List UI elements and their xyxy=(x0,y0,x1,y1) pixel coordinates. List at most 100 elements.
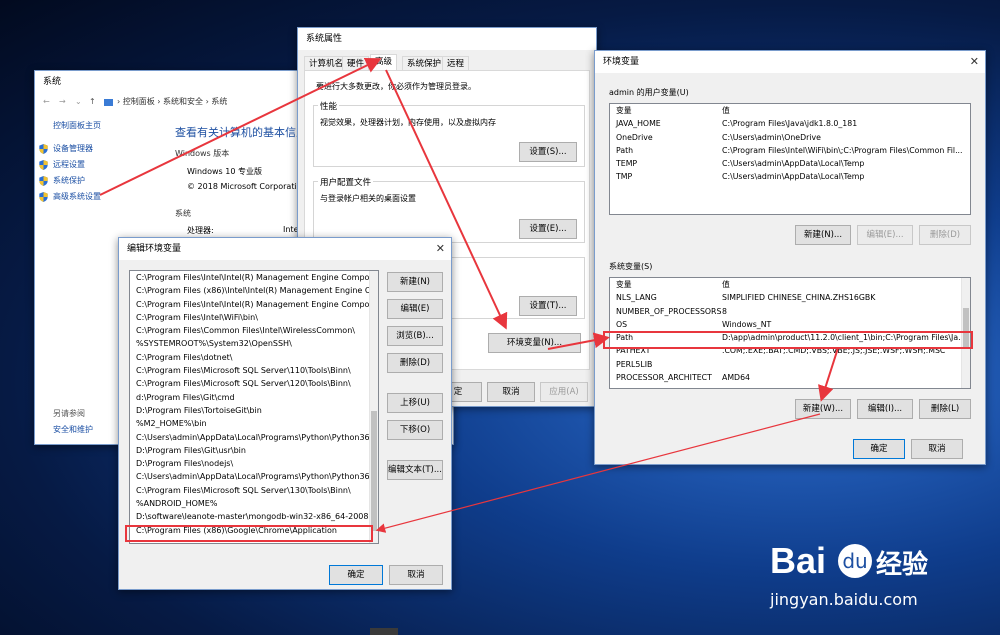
back-icon[interactable]: ← xyxy=(43,93,50,111)
advanced-system-settings-link[interactable]: 高级系统设置 xyxy=(39,189,101,205)
cancel-button[interactable]: 取消 xyxy=(911,439,963,459)
list-item[interactable]: C:\Users\admin\AppData\Local\Programs\Py… xyxy=(130,470,378,483)
forward-icon[interactable]: → xyxy=(59,93,66,111)
system-edit-button[interactable]: 编辑(I)... xyxy=(857,399,913,419)
user-new-button[interactable]: 新建(N)... xyxy=(795,225,851,245)
startup-settings-button[interactable]: 设置(T)... xyxy=(519,296,577,316)
remote-settings-link[interactable]: 远程设置 xyxy=(39,157,85,173)
up-icon[interactable]: ↑ xyxy=(89,93,96,111)
table-row[interactable]: TMP C:\Users\admin\AppData\Local\Temp xyxy=(610,170,970,183)
list-item[interactable]: C:\Program Files\Microsoft SQL Server\11… xyxy=(130,364,378,377)
device-manager-link[interactable]: 设备管理器 xyxy=(39,141,93,157)
var-value: C:\Users\admin\OneDrive xyxy=(722,132,821,142)
column-header-value: 值 xyxy=(722,280,730,289)
list-item[interactable]: %M2_HOME%\bin xyxy=(130,417,378,430)
path-entries-list[interactable]: C:\Program Files\Intel\Intel(R) Manageme… xyxy=(129,270,379,544)
env-titlebar: 环境变量 ✕ xyxy=(595,51,985,73)
history-icon[interactable]: ⌄ xyxy=(75,93,82,111)
list-item[interactable]: D:\Program Files\TortoiseGit\bin xyxy=(130,404,378,417)
ok-button[interactable]: 确定 xyxy=(853,439,905,459)
breadcrumb-item[interactable]: 系统和安全 xyxy=(163,97,203,106)
tab-advanced[interactable]: 高级 xyxy=(370,54,398,71)
delete-button[interactable]: 删除(D) xyxy=(387,353,443,373)
var-name: OS xyxy=(616,319,628,329)
list-item[interactable]: %SYSTEMROOT%\System32\OpenSSH\ xyxy=(130,337,378,350)
breadcrumb-item[interactable]: 控制面板 xyxy=(123,97,155,106)
new-button[interactable]: 新建(N) xyxy=(387,272,443,292)
list-item[interactable]: %ANDROID_HOME% xyxy=(130,497,378,510)
shield-icon xyxy=(39,192,48,202)
page-heading: 查看有关计算机的基本信息 xyxy=(175,126,307,139)
security-link[interactable]: 安全和维护 xyxy=(53,424,93,435)
table-row[interactable]: PROCESSOR_ARCHITECT AMD64 xyxy=(610,371,970,384)
var-value: C:\Program Files\Java\jdk1.8.0_181 xyxy=(722,119,858,129)
system-protection-link[interactable]: 系统保护 xyxy=(39,173,85,189)
column-header-variable: 变量 xyxy=(616,106,632,115)
var-name: TEMP xyxy=(616,159,638,169)
user-edit-button[interactable]: 编辑(E)... xyxy=(857,225,913,245)
ok-button[interactable]: 确定 xyxy=(329,565,383,585)
processor-label: 处理器: xyxy=(187,226,214,235)
list-item[interactable]: d:\Program Files\Git\cmd xyxy=(130,391,378,404)
list-item[interactable]: C:\Program Files\dotnet\ xyxy=(130,351,378,364)
close-icon[interactable]: ✕ xyxy=(436,238,445,260)
tab-system-protection[interactable]: 系统保护 xyxy=(402,56,447,71)
table-row[interactable]: PERL5LIB xyxy=(610,358,970,371)
system-new-button[interactable]: 新建(W)... xyxy=(795,399,851,419)
performance-desc: 视觉效果，处理器计划，内存使用，以及虚拟内存 xyxy=(320,118,496,127)
var-value: SIMPLIFIED CHINESE_CHINA.ZHS16GBK xyxy=(722,293,876,303)
list-item[interactable]: C:\Program Files\Intel\WiFi\bin\ xyxy=(130,311,378,324)
system-label: 系统 xyxy=(175,209,191,218)
var-name: PROCESSOR_ARCHITECT xyxy=(616,373,712,383)
move-up-button[interactable]: 上移(U) xyxy=(387,393,443,413)
list-item[interactable]: D:\Program Files\nodejs\ xyxy=(130,457,378,470)
table-row[interactable]: OneDrive C:\Users\admin\OneDrive xyxy=(610,131,970,144)
list-item[interactable]: C:\Program Files\Common Files\Intel\Wire… xyxy=(130,324,378,337)
link-label: 设备管理器 xyxy=(53,144,93,153)
profiles-settings-button[interactable]: 设置(E)... xyxy=(519,219,577,239)
move-down-button[interactable]: 下移(O) xyxy=(387,420,443,440)
edit-text-button[interactable]: 编辑文本(T)... xyxy=(387,460,443,480)
tab-remote[interactable]: 远程 xyxy=(442,56,470,71)
var-name: NUMBER_OF_PROCESSORS xyxy=(616,306,722,316)
table-row[interactable]: OS Windows_NT xyxy=(610,318,970,331)
shield-icon xyxy=(39,144,48,154)
list-item[interactable]: D:\software\leanote-master\mongodb-win32… xyxy=(130,510,378,523)
cancel-button[interactable]: 取消 xyxy=(389,565,443,585)
tab-hardware[interactable]: 硬件 xyxy=(342,56,370,71)
browse-button[interactable]: 浏览(B)... xyxy=(387,326,443,346)
performance-label: 性能 xyxy=(318,100,340,112)
home-link[interactable]: 控制面板主页 xyxy=(53,120,101,131)
table-row[interactable]: TEMP C:\Users\admin\AppData\Local\Temp xyxy=(610,157,970,170)
list-item[interactable]: C:\Program Files\Microsoft SQL Server\13… xyxy=(130,484,378,497)
environment-variables-button[interactable]: 环境变量(N)... xyxy=(488,333,581,353)
performance-settings-button[interactable]: 设置(S)... xyxy=(519,142,577,162)
var-value: AMD64 xyxy=(722,373,750,383)
edit-button[interactable]: 编辑(E) xyxy=(387,299,443,319)
user-vars-list[interactable]: 变量 值 JAVA_HOME C:\Program Files\Java\jdk1.… xyxy=(609,103,971,215)
table-row[interactable]: Path C:\Program Files\Intel\WiFi\bin\;C:\… xyxy=(610,144,970,157)
var-name: NLS_LANG xyxy=(616,293,657,303)
list-item[interactable]: C:\Program Files\Intel\Intel(R) Manageme… xyxy=(130,298,378,311)
breadcrumb-item[interactable]: 系统 xyxy=(211,97,227,106)
list-item[interactable]: C:\Program Files\Intel\Intel(R) Manageme… xyxy=(130,271,378,284)
list-item[interactable]: C:\Program Files (x86)\Intel\Intel(R) Ma… xyxy=(130,284,378,297)
var-name: Path xyxy=(616,145,634,155)
list-item[interactable]: C:\Program Files\Microsoft SQL Server\12… xyxy=(130,377,378,390)
breadcrumb: › 控制面板 › 系统和安全 › 系统 xyxy=(117,97,228,106)
close-icon[interactable]: ✕ xyxy=(970,51,979,73)
apply-button[interactable]: 应用(A) xyxy=(540,382,588,402)
edit-environment-variable-dialog: 编辑环境变量 ✕ C:\Program Files\Intel\Intel(R)… xyxy=(118,237,452,590)
link-label: 系统保护 xyxy=(53,176,85,185)
var-value: C:\Users\admin\AppData\Local\Temp xyxy=(722,172,865,182)
list-item[interactable]: C:\Users\admin\AppData\Local\Programs\Py… xyxy=(130,431,378,444)
table-row[interactable]: JAVA_HOME C:\Program Files\Java\jdk1.8.0_… xyxy=(610,117,970,130)
scrollbar[interactable] xyxy=(369,271,378,543)
scrollbar-thumb[interactable] xyxy=(371,411,377,531)
system-delete-button[interactable]: 删除(L) xyxy=(919,399,971,419)
user-delete-button[interactable]: 删除(D) xyxy=(919,225,971,245)
list-item[interactable]: D:\Program Files\Git\usr\bin xyxy=(130,444,378,457)
table-row[interactable]: NUMBER_OF_PROCESSORS 8 xyxy=(610,305,970,318)
cancel-button[interactable]: 取消 xyxy=(487,382,535,402)
table-row[interactable]: NLS_LANG SIMPLIFIED CHINESE_CHINA.ZHS16GB… xyxy=(610,291,970,304)
